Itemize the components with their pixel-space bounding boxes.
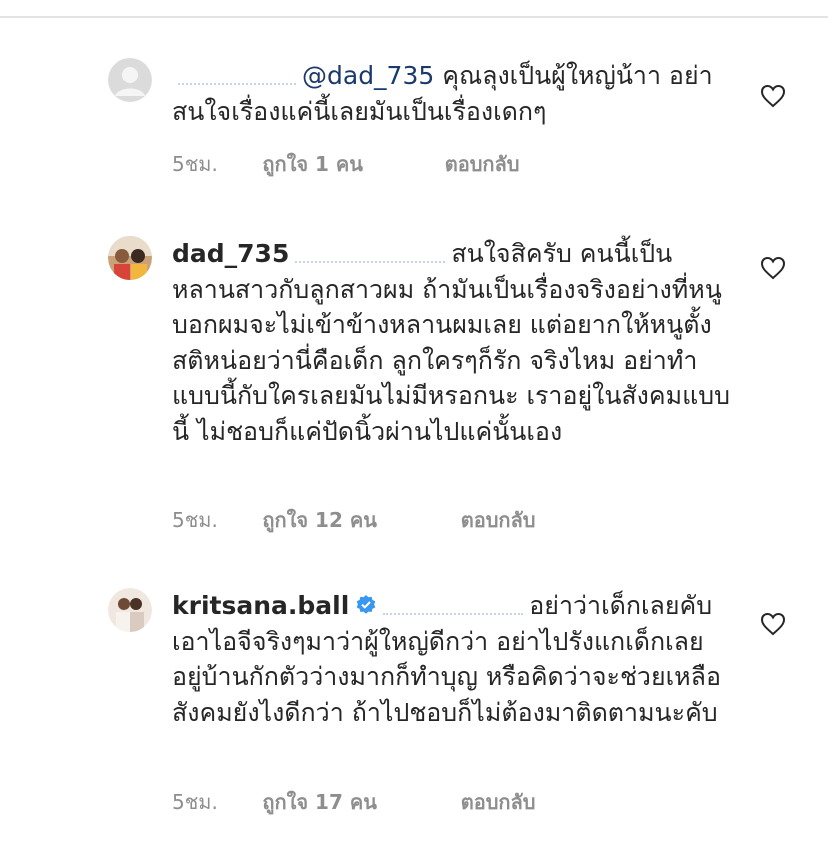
comment-body: สนใจสิครับ คนนี้เป็นหลานสาวกับลูกสาวผม ถ… (172, 239, 730, 446)
reply-button[interactable]: ตอบกลับ (461, 504, 536, 536)
mention-link[interactable]: @dad_735 (302, 61, 434, 90)
redacted-username (178, 67, 296, 87)
default-avatar-icon[interactable] (108, 58, 152, 102)
profile-photo[interactable] (108, 236, 152, 280)
username-link[interactable]: kritsana.ball (172, 591, 349, 620)
profile-photo[interactable] (108, 588, 152, 632)
timestamp: 5ชม. (172, 790, 218, 814)
comment-text: kritsana.ball อย่าว่าเด็กเลยคับ เอาไอจีจ… (172, 588, 732, 730)
redacted-username (295, 245, 446, 265)
reply-button[interactable]: ตอบกลับ (461, 786, 536, 818)
username-link[interactable]: dad_735 (172, 239, 289, 268)
comment-meta: 5ชม. ถูกใจ 12 คน ตอบกลับ (172, 504, 535, 536)
likes-count[interactable]: ถูกใจ 17 คน (262, 786, 418, 818)
comment-meta: 5ชม. ถูกใจ 1 คน ตอบกลับ (172, 148, 519, 180)
reply-button[interactable]: ตอบกลับ (445, 148, 520, 180)
verified-badge-icon (356, 595, 376, 614)
timestamp: 5ชม. (172, 152, 218, 176)
timestamp: 5ชม. (172, 508, 218, 532)
heart-icon[interactable] (760, 612, 786, 636)
comment-text: dad_735 สนใจสิครับ คนนี้เป็นหลานสาวกับลูก… (172, 236, 732, 449)
comment-meta: 5ชม. ถูกใจ 17 คน ตอบกลับ (172, 786, 535, 818)
likes-count[interactable]: ถูกใจ 1 คน (262, 148, 402, 180)
likes-count[interactable]: ถูกใจ 12 คน (262, 504, 418, 536)
top-divider (0, 16, 828, 18)
heart-icon[interactable] (760, 256, 786, 280)
comment-text: @dad_735 คุณลุงเป็นผู้ใหญ่น้าา อย่าสนใจเ… (172, 58, 732, 129)
redacted-username (383, 597, 524, 617)
heart-icon[interactable] (760, 84, 786, 108)
